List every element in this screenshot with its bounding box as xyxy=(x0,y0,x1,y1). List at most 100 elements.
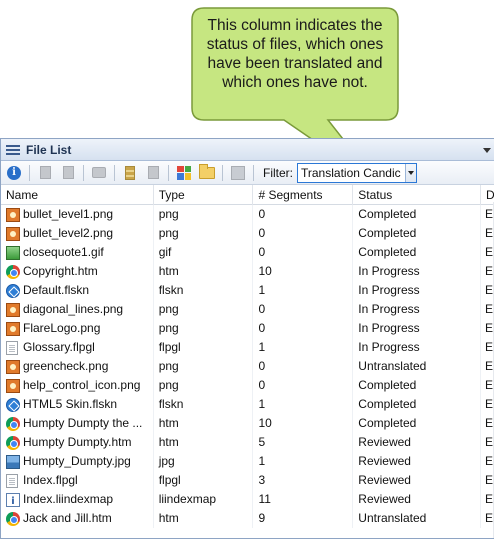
cell-name[interactable]: Default.flskn xyxy=(1,281,154,300)
file-name: Humpty Dumpty the ... xyxy=(23,416,143,430)
document-icon xyxy=(39,166,51,179)
filter-value: Translation Candic xyxy=(301,165,401,180)
toolbar-separator xyxy=(29,164,30,181)
zip-icon xyxy=(125,165,135,180)
cell-segments: 1 xyxy=(253,281,354,300)
table-row[interactable]: Glossary.flpglflpgl1In ProgressEc xyxy=(1,338,494,357)
table-row[interactable]: Jack and Jill.htmhtm9UntranslatedEc xyxy=(1,509,494,528)
htm-icon xyxy=(6,435,20,450)
view-options-button[interactable] xyxy=(174,164,194,182)
copy-button[interactable] xyxy=(89,164,109,182)
table-row[interactable]: Default.flsknflskn1In ProgressEc xyxy=(1,281,494,300)
zip-button[interactable] xyxy=(120,164,140,182)
export-button[interactable] xyxy=(143,164,163,182)
properties-button[interactable] xyxy=(58,164,78,182)
cell-name[interactable]: Glossary.flpgl xyxy=(1,338,154,357)
cell-status: Completed xyxy=(353,243,482,262)
cell-type: png xyxy=(154,224,254,243)
cell-name[interactable]: bullet_level2.png xyxy=(1,224,154,243)
cell-name[interactable]: HTML5 Skin.flskn xyxy=(1,395,154,414)
cell-name[interactable]: Copyright.htm xyxy=(1,262,154,281)
file-name: greencheck.png xyxy=(23,359,109,373)
table-row[interactable]: Copyright.htmhtm10In ProgressEc xyxy=(1,262,494,281)
column-header-type[interactable]: Type xyxy=(154,185,254,205)
open-file-button[interactable] xyxy=(35,164,55,182)
cell-segments: 10 xyxy=(253,414,354,433)
cell-name[interactable]: greencheck.png xyxy=(1,357,154,376)
file-list-window: File List i Filter: Translation Candic N… xyxy=(0,138,494,539)
column-header-name[interactable]: Name xyxy=(1,185,154,205)
cell-type: png xyxy=(154,357,254,376)
table-row[interactable]: Humpty Dumpty the ...htm10CompletedEc xyxy=(1,414,494,433)
cell-segments: 1 xyxy=(253,395,354,414)
file-name: HTML5 Skin.flskn xyxy=(23,397,118,411)
cell-name[interactable]: Index.liindexmap xyxy=(1,490,154,509)
file-name: Index.flpgl xyxy=(23,473,78,487)
file-name: Index.liindexmap xyxy=(23,492,114,506)
cell-name[interactable]: Index.flpgl xyxy=(1,471,154,490)
cell-segments: 5 xyxy=(253,433,354,452)
refresh-button[interactable] xyxy=(228,164,248,182)
toolbar-separator xyxy=(114,164,115,181)
file-name: closequote1.gif xyxy=(23,245,104,259)
cell-type: gif xyxy=(154,243,254,262)
cell-type: png xyxy=(154,319,254,338)
cell-type: liindexmap xyxy=(154,490,254,509)
png-icon xyxy=(6,207,20,222)
export-icon xyxy=(147,166,159,179)
column-header-segments[interactable]: # Segments xyxy=(253,185,354,205)
cell-type: htm xyxy=(154,433,254,452)
table-row[interactable]: help_control_icon.pngpng0CompletedEc xyxy=(1,376,494,395)
cell-status: In Progress xyxy=(353,338,482,357)
table-row[interactable]: greencheck.pngpng0UntranslatedEc xyxy=(1,357,494,376)
table-row[interactable]: bullet_level2.pngpng0CompletedEc xyxy=(1,224,494,243)
table-row[interactable]: FlareLogo.pngpng0In ProgressEc xyxy=(1,319,494,338)
cell-status: In Progress xyxy=(353,300,482,319)
cell-name[interactable]: diagonal_lines.png xyxy=(1,300,154,319)
chevron-down-icon[interactable] xyxy=(405,163,416,182)
file-name: Humpty Dumpty.htm xyxy=(23,435,132,449)
table-row[interactable]: diagonal_lines.pngpng0In ProgressEc xyxy=(1,300,494,319)
dropdown-arrow-icon[interactable] xyxy=(482,145,492,155)
cell-name[interactable]: Humpty_Dumpty.jpg xyxy=(1,452,154,471)
cell-name[interactable]: Humpty Dumpty the ... xyxy=(1,414,154,433)
png-icon xyxy=(6,226,20,241)
table-row[interactable]: bullet_level1.pngpng0CompletedEc xyxy=(1,205,494,224)
file-name: Glossary.flpgl xyxy=(23,340,95,354)
cell-name[interactable]: Humpty Dumpty.htm xyxy=(1,433,154,452)
open-folder-button[interactable] xyxy=(197,163,217,182)
table-row[interactable]: HTML5 Skin.flsknflskn1CompletedEc xyxy=(1,395,494,414)
table-row[interactable]: Index.flpglflpgl3ReviewedEc xyxy=(1,471,494,490)
toolbar-separator xyxy=(253,164,254,181)
table-row[interactable]: Humpty_Dumpty.jpgjpg1ReviewedEc xyxy=(1,452,494,471)
toolbar-separator xyxy=(222,164,223,181)
cell-name[interactable]: closequote1.gif xyxy=(1,243,154,262)
png-icon xyxy=(6,378,20,393)
cell-segments: 0 xyxy=(253,376,354,395)
cell-type: htm xyxy=(154,262,254,281)
cell-type: jpg xyxy=(154,452,254,471)
cell-segments: 0 xyxy=(253,205,354,224)
cell-status: Untranslated xyxy=(353,509,482,528)
file-name: Default.flskn xyxy=(23,283,90,297)
filter-dropdown[interactable]: Translation Candic xyxy=(297,162,417,183)
document-icon xyxy=(6,473,18,488)
cell-status: In Progress xyxy=(353,319,482,338)
cell-type: htm xyxy=(154,414,254,433)
info-button[interactable]: i xyxy=(4,164,24,182)
cell-name[interactable]: bullet_level1.png xyxy=(1,205,154,224)
table-row[interactable]: Humpty Dumpty.htmhtm5ReviewedEc xyxy=(1,433,494,452)
cell-name[interactable]: FlareLogo.png xyxy=(1,319,154,338)
column-header-status[interactable]: Status xyxy=(353,185,482,205)
skin-icon xyxy=(6,397,20,412)
table-row[interactable]: closequote1.gifgif0CompletedEc xyxy=(1,243,494,262)
title-bar: File List xyxy=(1,139,494,161)
menu-icon[interactable] xyxy=(6,144,20,155)
cell-segments: 0 xyxy=(253,357,354,376)
cell-name[interactable]: help_control_icon.png xyxy=(1,376,154,395)
cell-name[interactable]: Jack and Jill.htm xyxy=(1,509,154,528)
cell-status: Reviewed xyxy=(353,433,482,452)
file-name: Humpty_Dumpty.jpg xyxy=(23,454,131,468)
table-row[interactable]: Index.liindexmapliindexmap11ReviewedEc xyxy=(1,490,494,509)
cell-status: In Progress xyxy=(353,262,482,281)
